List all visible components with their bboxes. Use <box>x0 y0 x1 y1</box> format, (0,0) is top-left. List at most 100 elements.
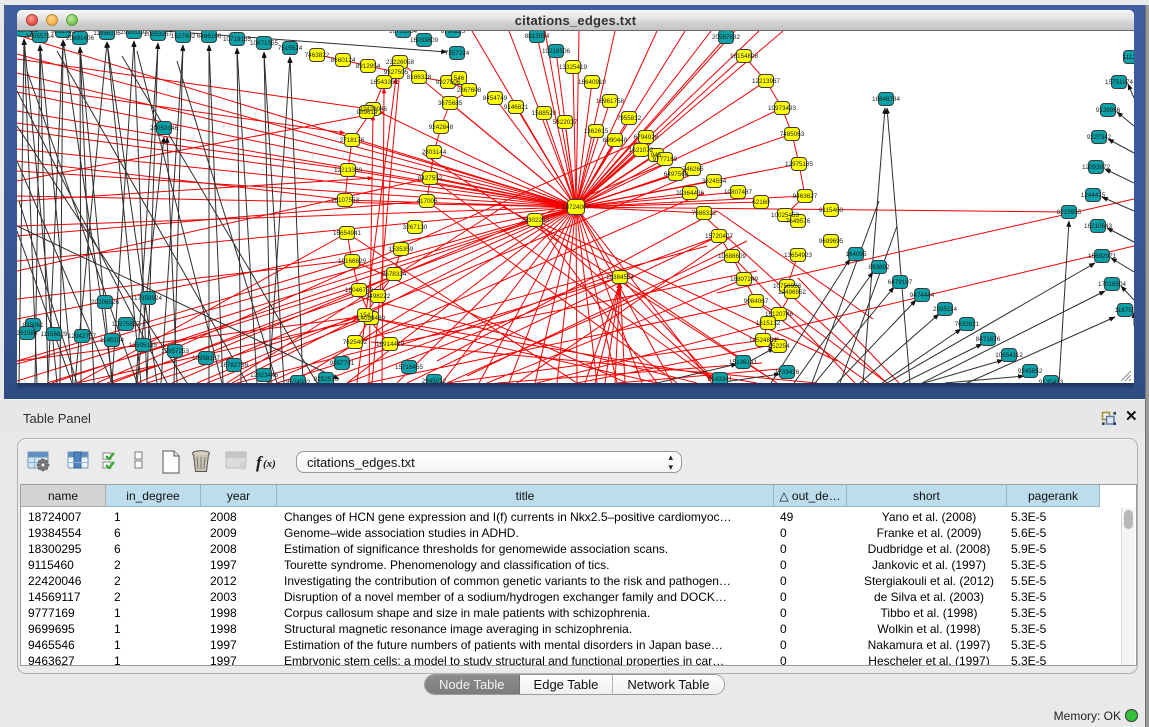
svg-text:9227342: 9227342 <box>1087 134 1112 141</box>
svg-text:11156829: 11156829 <box>40 331 68 338</box>
svg-text:8454749: 8454749 <box>483 95 508 102</box>
svg-text:16721954: 16721954 <box>389 31 418 35</box>
svg-text:16033809: 16033809 <box>410 37 439 44</box>
svg-text:10719155: 10719155 <box>223 36 252 43</box>
svg-text:62160: 62160 <box>752 199 770 206</box>
svg-text:1615132: 1615132 <box>756 320 781 327</box>
svg-text:12923446: 12923446 <box>250 372 279 379</box>
svg-text:3498222: 3498222 <box>366 293 391 300</box>
svg-text:19218506: 19218506 <box>542 48 571 55</box>
svg-text:10688609: 10688609 <box>718 253 747 260</box>
svg-text:6497568: 6497568 <box>664 171 689 178</box>
svg-text:989619: 989619 <box>356 109 378 116</box>
svg-text:12213967: 12213967 <box>752 78 781 85</box>
svg-text:1588520: 1588520 <box>532 110 557 117</box>
svg-text:9129966: 9129966 <box>1096 107 1121 114</box>
svg-text:20206526: 20206526 <box>91 299 120 306</box>
svg-text:13654923: 13654923 <box>784 252 813 259</box>
svg-text:3624554: 3624554 <box>702 178 727 185</box>
svg-text:16107553: 16107553 <box>331 197 360 204</box>
svg-text:8912954: 8912954 <box>356 63 381 70</box>
svg-text:18724007: 18724007 <box>562 204 591 211</box>
svg-text:546: 546 <box>454 75 465 82</box>
svg-text:8215955: 8215955 <box>1057 209 1082 216</box>
svg-text:1145194: 1145194 <box>100 337 125 344</box>
svg-text:9115460: 9115460 <box>819 207 844 214</box>
svg-text:20364436: 20364436 <box>676 190 705 197</box>
svg-text:9327505: 9327505 <box>384 69 409 76</box>
svg-text:8471676: 8471676 <box>976 336 1001 343</box>
svg-text:10653267: 10653267 <box>144 31 173 38</box>
svg-text:17016504: 17016504 <box>1098 281 1127 288</box>
svg-text:252254: 252254 <box>768 343 790 350</box>
svg-text:164095: 164095 <box>845 251 867 258</box>
svg-text:10807487: 10807487 <box>724 189 753 196</box>
svg-text:19384554: 19384554 <box>606 274 635 281</box>
svg-text:11124: 11124 <box>1123 54 1134 61</box>
svg-text:2803144: 2803144 <box>422 149 447 156</box>
svg-text:7986322: 7986322 <box>692 210 717 217</box>
svg-text:12213369: 12213369 <box>334 167 363 174</box>
svg-text:15136141: 15136141 <box>729 359 758 366</box>
svg-text:1733426: 1733426 <box>775 369 800 376</box>
svg-text:15720407: 15720407 <box>705 233 734 240</box>
svg-text:9474444: 9474444 <box>910 292 935 299</box>
svg-text:12975185: 12975185 <box>785 161 814 168</box>
svg-text:10654112: 10654112 <box>995 352 1023 359</box>
svg-text:17359924: 17359924 <box>134 295 163 302</box>
svg-text:9777169: 9777169 <box>653 156 678 163</box>
svg-text:11956106: 11956106 <box>93 31 121 37</box>
svg-text:17957253: 17957253 <box>161 348 190 355</box>
svg-text:10671355: 10671355 <box>250 40 279 47</box>
svg-text:9242848: 9242848 <box>429 124 454 131</box>
svg-text:2718176: 2718176 <box>340 137 365 144</box>
svg-text:8790225: 8790225 <box>441 31 466 35</box>
svg-text:15692971: 15692971 <box>1088 253 1117 260</box>
svg-text:417006: 417006 <box>416 198 438 205</box>
svg-text:1527602: 1527602 <box>171 33 196 40</box>
svg-text:154: 154 <box>360 312 371 319</box>
svg-text:18807249: 18807249 <box>730 276 759 283</box>
svg-text:9857791: 9857791 <box>330 360 355 367</box>
svg-text:8143341: 8143341 <box>708 376 733 383</box>
svg-text:5322037: 5322037 <box>553 119 578 126</box>
svg-text:16654941: 16654941 <box>333 230 362 237</box>
svg-text:6466160: 6466160 <box>197 33 222 40</box>
svg-text:7625402: 7625402 <box>343 339 368 346</box>
svg-text:16543362: 16543362 <box>370 79 399 86</box>
svg-text:2935114: 2935114 <box>933 306 958 313</box>
svg-text:9463627: 9463627 <box>793 193 818 200</box>
svg-text:391584: 391584 <box>17 330 38 337</box>
svg-text:20587682: 20587682 <box>712 34 741 41</box>
svg-text:1362615: 1362615 <box>584 128 609 135</box>
svg-text:10973493: 10973493 <box>768 105 797 112</box>
svg-text:7463822: 7463822 <box>305 52 330 59</box>
svg-text:8813054: 8813054 <box>525 33 550 40</box>
svg-text:8678334: 8678334 <box>382 271 407 278</box>
svg-text:6794028: 6794028 <box>634 134 659 141</box>
svg-text:12496952: 12496952 <box>778 289 807 296</box>
svg-text:7632621: 7632621 <box>955 321 980 328</box>
svg-text:8186328: 8186328 <box>407 74 432 81</box>
svg-text:16120746: 16120746 <box>765 311 794 318</box>
svg-text:8427552: 8427552 <box>418 175 443 182</box>
svg-text:7485063: 7485063 <box>780 131 805 138</box>
svg-text:8252516: 8252516 <box>314 376 339 383</box>
svg-text:16154808: 16154808 <box>730 53 759 60</box>
svg-text:(x): (x) <box>263 458 276 470</box>
svg-text:7649576: 7649576 <box>786 218 811 225</box>
svg-text:16782759: 16782759 <box>220 362 249 369</box>
svg-text:23302283: 23302283 <box>521 217 550 224</box>
svg-text:9084067: 9084067 <box>744 298 769 305</box>
svg-text:20053346: 20053346 <box>150 125 179 132</box>
svg-text:16210643: 16210643 <box>1084 223 1113 230</box>
svg-text:16961758: 16961758 <box>596 98 625 105</box>
svg-text:15716465: 15716465 <box>395 364 424 371</box>
svg-text:6479197: 6479197 <box>888 279 913 286</box>
svg-text:16648784: 16648784 <box>872 96 901 103</box>
svg-text:7357224: 7357224 <box>445 50 470 57</box>
svg-text:23226058: 23226058 <box>386 59 415 66</box>
svg-text:15751074: 15751074 <box>1105 79 1134 86</box>
svg-text:8990448: 8990448 <box>603 137 628 144</box>
svg-text:116753: 116753 <box>1115 307 1134 314</box>
